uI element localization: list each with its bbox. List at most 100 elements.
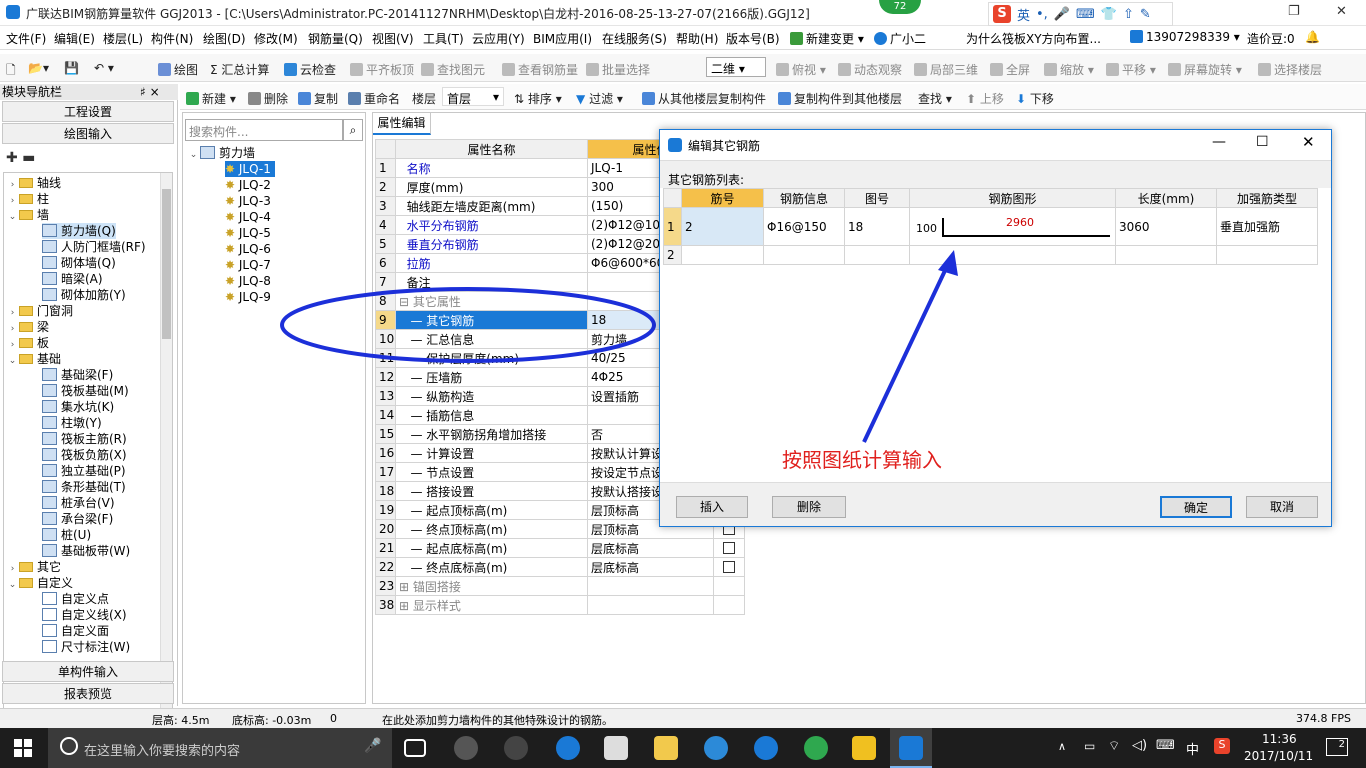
new-component-button[interactable]: 新建 ▾ bbox=[186, 90, 236, 107]
nav-scrollbar[interactable] bbox=[160, 173, 172, 741]
tree-item-jlq-8[interactable]: ✸ JLQ-8 bbox=[225, 273, 271, 289]
nav-foundation[interactable]: ⌄ 基础 bbox=[8, 351, 61, 367]
expand-toggle-icon[interactable]: ⊞ bbox=[399, 599, 413, 613]
keyboard-icon[interactable]: ⌨ bbox=[1076, 7, 1095, 22]
tree-item-jlq-4[interactable]: ✸ JLQ-4 bbox=[225, 209, 271, 225]
menu-bim[interactable]: BIM应用(I) bbox=[533, 30, 592, 47]
tree-item-jlq-9[interactable]: ✸ JLQ-9 bbox=[225, 289, 271, 305]
cloud-check-button[interactable]: 云检查 bbox=[284, 61, 336, 78]
expand-collapse-icons[interactable]: ✚ ▬ bbox=[6, 150, 35, 166]
ime-lang[interactable]: 英 bbox=[1017, 5, 1030, 24]
sort-button[interactable]: ⇅ 排序 ▾ bbox=[514, 90, 562, 107]
fullscreen-button[interactable]: 全屏 bbox=[990, 61, 1030, 78]
menu-question-link[interactable]: 为什么筏板XY方向布置... bbox=[966, 30, 1101, 47]
local-3d-button[interactable]: 局部三维 bbox=[914, 61, 978, 78]
windows-start-icon[interactable] bbox=[14, 739, 32, 757]
nav-beam[interactable]: › 梁 bbox=[8, 319, 49, 335]
nav-dimension[interactable]: 尺寸标注(W) bbox=[42, 639, 130, 655]
undo-icon[interactable]: ↶ ▾ bbox=[94, 61, 114, 75]
cell-length[interactable]: 3060 bbox=[1115, 207, 1217, 246]
ime-punct[interactable]: •, bbox=[1036, 7, 1048, 22]
menu-modify[interactable]: 修改(M) bbox=[254, 30, 298, 47]
taskbar-search[interactable]: 在这里输入你要搜索的内容 🎤 bbox=[48, 728, 392, 768]
tab-project-settings[interactable]: 工程设置 bbox=[2, 101, 174, 122]
tray-up-icon[interactable]: ∧ bbox=[1058, 740, 1066, 753]
expand-toggle-icon[interactable]: ⊞ bbox=[399, 580, 413, 594]
filter-button[interactable]: ▼ 过滤 ▾ bbox=[576, 90, 623, 107]
nav-axis[interactable]: › 轴线 bbox=[8, 175, 61, 191]
nav-shear-wall[interactable]: 剪力墙(Q) bbox=[42, 223, 116, 239]
tab-drawing-input[interactable]: 绘图输入 bbox=[2, 123, 174, 144]
copy-component-button[interactable]: 复制 bbox=[298, 90, 338, 107]
nav-custom-point[interactable]: 自定义点 bbox=[42, 591, 109, 607]
nav-column[interactable]: › 柱 bbox=[8, 191, 49, 207]
store-icon[interactable] bbox=[604, 736, 628, 760]
pin-close-icon[interactable]: ♯ × bbox=[140, 84, 160, 100]
cell-strengthen-type[interactable] bbox=[1216, 245, 1318, 265]
task-view-icon[interactable] bbox=[404, 739, 426, 757]
ie-icon[interactable] bbox=[704, 736, 728, 760]
ime-toolbar[interactable]: S 英 •, 🎤 ⌨ 👕 ⇧ ✎ bbox=[988, 2, 1173, 26]
close-icon[interactable]: ✕ bbox=[1336, 4, 1347, 19]
menu-user[interactable]: 13907298339 ▾ bbox=[1130, 30, 1240, 44]
menu-component[interactable]: 构件(N) bbox=[151, 30, 193, 47]
search-icon[interactable]: ⌕ bbox=[343, 119, 363, 141]
nav-custom-face[interactable]: 自定义面 bbox=[42, 623, 109, 639]
new-file-icon[interactable]: 🗋 bbox=[6, 61, 16, 82]
green-app-icon[interactable] bbox=[804, 736, 828, 760]
menu-rebar-qty[interactable]: 钢筋量(Q) bbox=[308, 30, 363, 47]
tree-item-jlq-3[interactable]: ✸ JLQ-3 bbox=[225, 193, 271, 209]
rename-component-button[interactable]: 重命名 bbox=[348, 90, 400, 107]
property-row[interactable]: 38 ⊞ 显示样式 bbox=[375, 595, 745, 615]
open-folder-icon[interactable]: 📂▾ bbox=[28, 61, 49, 75]
nav-pile[interactable]: 桩(U) bbox=[42, 527, 91, 543]
save-icon[interactable]: 💾 bbox=[64, 61, 79, 75]
view-rebar-qty-button[interactable]: 查看钢筋量 bbox=[502, 61, 578, 78]
ime-indicator[interactable]: 中 bbox=[1186, 739, 1199, 758]
property-row[interactable]: 22 — 终点底标高(m) 层底标高 bbox=[375, 557, 745, 577]
insert-button[interactable]: 插入 bbox=[676, 496, 748, 518]
mic-icon[interactable]: 🎤 bbox=[1054, 7, 1070, 22]
nav-custom-line[interactable]: 自定义线(X) bbox=[42, 607, 127, 623]
menu-cloud[interactable]: 云应用(Y) bbox=[472, 30, 525, 47]
nav-wall[interactable]: ⌄ 墙 bbox=[8, 207, 49, 223]
menu-tools[interactable]: 工具(T) bbox=[423, 30, 464, 47]
select-floor-button[interactable]: 选择楼层 bbox=[1258, 61, 1322, 78]
nav-masonry-rebar[interactable]: 砌体加筋(Y) bbox=[42, 287, 126, 303]
file-explorer-icon[interactable] bbox=[654, 736, 678, 760]
zoom-button[interactable]: 缩放 ▾ bbox=[1044, 61, 1094, 78]
property-checkbox[interactable] bbox=[713, 557, 745, 577]
tree-item-jlq-6[interactable]: ✸ JLQ-6 bbox=[225, 241, 271, 257]
search-input[interactable]: 搜索构件... bbox=[185, 119, 343, 141]
tab-property-edit[interactable]: 属性编辑 bbox=[373, 113, 431, 135]
edge-icon[interactable] bbox=[556, 736, 580, 760]
move-down-button[interactable]: ⬇ 下移 bbox=[1016, 90, 1054, 107]
property-value[interactable]: 层底标高 bbox=[587, 538, 714, 558]
nav-other[interactable]: › 其它 bbox=[8, 559, 61, 575]
menu-guangxiaoer[interactable]: 广小二 bbox=[874, 30, 926, 47]
battery-icon[interactable]: ▭ bbox=[1084, 739, 1095, 753]
bell-icon[interactable]: 🔔 bbox=[1305, 30, 1320, 44]
menu-file[interactable]: 文件(F) bbox=[6, 30, 46, 47]
property-value[interactable] bbox=[587, 576, 714, 596]
cell-rebar-no[interactable] bbox=[681, 245, 764, 265]
delete-component-button[interactable]: 删除 bbox=[248, 90, 288, 107]
tab-single-component-input[interactable]: 单构件输入 bbox=[2, 661, 174, 682]
action-center-icon[interactable]: 2 bbox=[1326, 738, 1348, 756]
menu-version[interactable]: 版本号(B) bbox=[726, 30, 780, 47]
g-app-icon[interactable] bbox=[504, 736, 528, 760]
property-value[interactable]: 层底标高 bbox=[587, 557, 714, 577]
cell-length[interactable] bbox=[1115, 245, 1217, 265]
nav-foundation-strip[interactable]: 基础板带(W) bbox=[42, 543, 130, 559]
property-row[interactable]: 21 — 起点底标高(m) 层底标高 bbox=[375, 538, 745, 558]
nav-masonry-wall[interactable]: 砌体墙(Q) bbox=[42, 255, 116, 271]
nav-raft-foundation[interactable]: 筏板基础(M) bbox=[42, 383, 129, 399]
microphone-icon[interactable]: 🎤 bbox=[364, 738, 381, 754]
nav-civil-defense-door-wall[interactable]: 人防门框墙(RF) bbox=[42, 239, 146, 255]
top-view-button[interactable]: 俯视 ▾ bbox=[776, 61, 826, 78]
nav-sump-pit[interactable]: 集水坑(K) bbox=[42, 399, 114, 415]
property-value[interactable] bbox=[587, 595, 714, 615]
nav-hidden-beam[interactable]: 暗梁(A) bbox=[42, 271, 103, 287]
menu-new-change[interactable]: 新建变更 ▾ bbox=[790, 30, 864, 47]
clock-date[interactable]: 2017/10/11 bbox=[1244, 749, 1313, 763]
